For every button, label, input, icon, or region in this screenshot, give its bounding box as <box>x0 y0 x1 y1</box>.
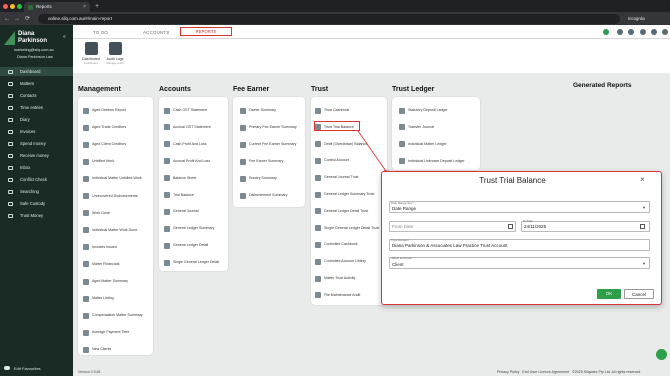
dialog-title: Trust Trial Balance <box>479 176 546 185</box>
copyright-text: ©2025 Silqware Pty Ltd. All rights reser… <box>572 370 642 374</box>
from-date-placeholder: From Date <box>392 224 414 229</box>
version-text: Version 3.9.68 <box>78 370 101 374</box>
to-date-value: 24/11/2025 <box>524 224 547 229</box>
trust-account-value: Diana Parkinson & Associates Law Practic… <box>392 243 508 248</box>
sort-order-select[interactable] <box>389 257 650 269</box>
trust-account-label: Trust Account <box>391 238 409 242</box>
help-chat-icon[interactable] <box>656 349 667 360</box>
trust-trial-balance-dialog <box>381 171 662 305</box>
cancel-button[interactable]: Cancel <box>624 289 654 299</box>
ok-button[interactable]: OK <box>597 289 621 299</box>
sort-order-value: Client <box>392 262 404 267</box>
calendar-icon[interactable] <box>508 224 513 229</box>
close-dialog-icon[interactable]: × <box>640 175 645 184</box>
chevron-down-icon: ▼ <box>642 261 646 266</box>
to-date-label: To Date <box>523 219 533 223</box>
chevron-down-icon: ▼ <box>642 205 646 210</box>
date-range-select[interactable] <box>389 201 650 213</box>
eula-link[interactable]: End User Licence Agreement <box>522 370 569 374</box>
sort-order-label: Select sort order * <box>391 256 415 260</box>
footer: Privacy Policy End User Licence Agreemen… <box>497 370 641 374</box>
date-range-value: Date Range <box>392 206 417 211</box>
calendar-icon[interactable] <box>640 224 645 229</box>
privacy-policy-link[interactable]: Privacy Policy <box>497 370 519 374</box>
date-range-label: Date Range Set * <box>391 201 414 205</box>
